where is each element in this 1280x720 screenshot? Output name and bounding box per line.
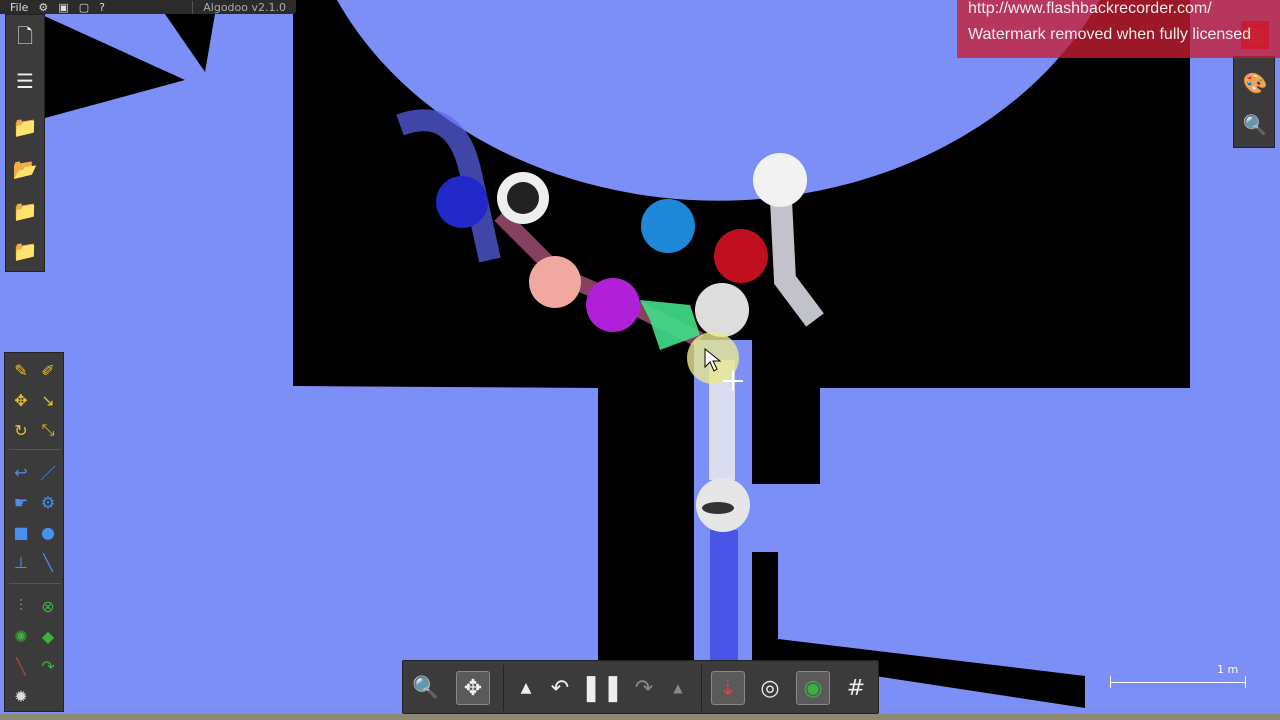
hinge-tool-icon[interactable]: ☛ [10, 491, 32, 513]
pan-icon[interactable]: ✥ [456, 671, 490, 705]
speed-up-icon[interactable]: ▲ [509, 671, 543, 705]
separator [701, 665, 702, 711]
file-panel: 🗋 ☰ 📁 📂 📁 📁 [5, 14, 45, 272]
cut-tool-icon[interactable]: ✐ [37, 359, 59, 381]
knife-tool-icon[interactable]: ／ [37, 461, 59, 483]
drag-icon[interactable]: ◉ [796, 671, 830, 705]
spring-tool-icon[interactable]: ╲ [37, 551, 59, 573]
zoom-find-icon[interactable]: 🔍 [1241, 111, 1269, 139]
ball [436, 176, 488, 228]
ball-decal [702, 502, 734, 514]
gear-tool-icon[interactable]: ⚙ [37, 491, 59, 513]
new-scene-icon[interactable]: 🗋 [11, 24, 39, 53]
rope-tool-icon[interactable]: ↩ [10, 461, 32, 483]
taskbar-strip [0, 714, 1280, 720]
ball [586, 278, 640, 332]
play-icon[interactable]: ▣ [58, 1, 68, 14]
ball [529, 256, 581, 308]
mouse-cursor-icon [704, 347, 743, 391]
rotation-tool-icon[interactable]: ↷ [37, 655, 59, 677]
watermark-url: http://www.flashbackrecorder.com/ [968, 0, 1212, 17]
window-icon[interactable]: ▢ [79, 1, 89, 14]
grid-icon[interactable]: # [839, 671, 873, 705]
simulation-canvas[interactable] [0, 0, 1280, 720]
gravity-icon[interactable]: ⇣ [711, 671, 745, 705]
move-tool-icon[interactable]: ✥ [10, 389, 32, 411]
save-icon[interactable]: 📁 [11, 197, 39, 225]
settings-icon[interactable]: ⚙ [38, 1, 48, 14]
scale-label: 1 m [1217, 663, 1239, 676]
separator [9, 449, 61, 450]
undo-icon[interactable]: ↶ [543, 671, 577, 705]
watermark: http://www.flashbackrecorder.com/ Waterm… [957, 0, 1280, 58]
tool-panel: ✎ ✐ ✥ ↘ ↻ ⤡ ↩ ／ ☛ ⚙ ■ ● ⊥ ╲ ⫶ ⊗ ✺ ◆ ╲ ↷ … [4, 352, 64, 712]
tracer-tool-icon[interactable]: ◆ [37, 625, 59, 647]
rotate-tool-icon[interactable]: ↻ [10, 419, 32, 441]
scene-list-icon[interactable]: ☰ [11, 67, 39, 95]
thruster-tool-icon[interactable]: ✺ [10, 625, 32, 647]
chain-tool-icon[interactable]: ⫶ [10, 595, 32, 617]
save-as-icon[interactable]: 📁 [11, 237, 39, 265]
ball [714, 229, 768, 283]
bottom-toolbar: 🔍 ✥ ▲ ↶ ❚❚ ↷ ▲ ⇣ ◎ ◉ # [402, 660, 879, 714]
menu-file[interactable]: File [10, 1, 28, 14]
scale-tick [1110, 676, 1111, 688]
terrain-pillar [598, 386, 694, 660]
laser-tool-icon[interactable]: ╲ [10, 655, 32, 677]
ball [641, 199, 695, 253]
fixate-tool-icon[interactable]: ⊗ [37, 595, 59, 617]
air-friction-icon[interactable]: ◎ [753, 671, 787, 705]
scale-bar: 1 m [1110, 662, 1250, 692]
open-scene-icon[interactable]: 📂 [11, 155, 39, 183]
circle-tool-icon[interactable]: ● [37, 521, 59, 543]
ball [507, 182, 539, 214]
version-label: Algodoo v2.1.0 [192, 0, 296, 14]
box-tool-icon[interactable]: ■ [10, 521, 32, 543]
zoom-icon[interactable]: 🔍 [409, 671, 443, 705]
scale-line [1110, 682, 1246, 683]
pause-icon[interactable]: ❚❚ [580, 671, 624, 705]
ball [753, 153, 807, 207]
speed-down-icon[interactable]: ▲ [661, 671, 695, 705]
help-icon[interactable]: ? [99, 1, 105, 14]
ball [695, 283, 749, 337]
scale-tick [1245, 676, 1246, 688]
appearance-icon[interactable]: 🎨 [1241, 69, 1269, 97]
sketch-tool-icon[interactable]: ✎ [10, 359, 32, 381]
redo-icon[interactable]: ↷ [627, 671, 661, 705]
right-panel: ▤ 🎨 🔍 [1233, 21, 1275, 148]
separator [503, 665, 504, 711]
open-folder-icon[interactable]: 📁 [11, 113, 39, 141]
scale-tool-icon[interactable]: ⤡ [37, 419, 59, 441]
menu-bar: File ⚙ ▣ ▢ ? Algodoo v2.1.0 [0, 0, 296, 14]
watermark-note: Watermark removed when fully licensed [968, 26, 1252, 43]
water-tool-icon[interactable]: ✹ [10, 685, 32, 707]
drag-tool-icon[interactable]: ↘ [37, 389, 59, 411]
channel-trail [710, 530, 738, 660]
separator [9, 583, 61, 584]
plane-tool-icon[interactable]: ⊥ [10, 551, 32, 573]
